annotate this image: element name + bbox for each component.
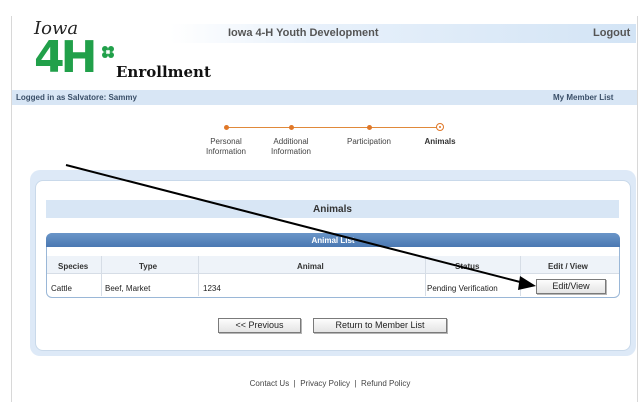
my-member-list-link[interactable]: My Member List bbox=[553, 93, 613, 102]
cell-status: Pending Verification bbox=[427, 284, 498, 293]
column-header-type: Type bbox=[139, 262, 158, 271]
footer-separator: | bbox=[293, 379, 296, 388]
column-header-animal: Animal bbox=[297, 262, 324, 271]
animal-list-title: Animal List bbox=[311, 236, 355, 245]
column-header-species: Species bbox=[58, 262, 89, 271]
page-frame: Iowa 4H H Enrollment Iowa 4-H Youth Deve… bbox=[0, 0, 640, 402]
column-header-status: Status bbox=[455, 262, 480, 271]
footer-separator: | bbox=[354, 379, 357, 388]
right-border bbox=[637, 16, 638, 402]
step-dot-participation bbox=[367, 125, 372, 130]
step-additional[interactable]: Additional Information bbox=[262, 137, 320, 157]
refund-policy-link[interactable]: Refund Policy bbox=[361, 379, 410, 388]
column-header-edit-view: Edit / View bbox=[548, 262, 588, 271]
step-animals: Animals bbox=[424, 137, 456, 146]
cell-type: Beef, Market bbox=[105, 284, 151, 293]
previous-button[interactable]: << Previous bbox=[218, 318, 301, 333]
column-divider bbox=[198, 256, 199, 296]
table-header-row bbox=[47, 256, 619, 274]
step-personal[interactable]: Personal Information bbox=[196, 137, 256, 157]
cell-species: Cattle bbox=[51, 284, 72, 293]
progress-line bbox=[226, 127, 443, 128]
column-divider bbox=[425, 256, 426, 296]
column-divider bbox=[520, 256, 521, 296]
return-to-member-list-button[interactable]: Return to Member List bbox=[313, 318, 447, 333]
column-divider bbox=[101, 256, 102, 296]
logo-4h-mark: 4H bbox=[34, 32, 97, 83]
logout-link[interactable]: Logout bbox=[593, 27, 630, 39]
footer: Contact Us | Privacy Policy | Refund Pol… bbox=[0, 379, 640, 388]
step-participation[interactable]: Participation bbox=[336, 137, 402, 147]
step-dot-additional bbox=[289, 125, 294, 130]
step-dot-animals bbox=[436, 123, 444, 131]
logged-in-label: Logged in as Salvatore: Sammy bbox=[16, 93, 137, 102]
svg-text:H: H bbox=[106, 50, 110, 56]
step-dot-personal bbox=[224, 125, 229, 130]
logo-enrollment-text: Enrollment bbox=[116, 63, 211, 81]
edit-view-button[interactable]: Edit/View bbox=[536, 279, 606, 294]
cell-animal: 1234 bbox=[203, 284, 221, 293]
site-title: Iowa 4-H Youth Development bbox=[228, 27, 379, 39]
section-title: Animals bbox=[313, 204, 352, 215]
contact-us-link[interactable]: Contact Us bbox=[250, 379, 290, 388]
left-border bbox=[11, 16, 12, 402]
clover-icon: H bbox=[102, 46, 114, 58]
privacy-policy-link[interactable]: Privacy Policy bbox=[300, 379, 350, 388]
